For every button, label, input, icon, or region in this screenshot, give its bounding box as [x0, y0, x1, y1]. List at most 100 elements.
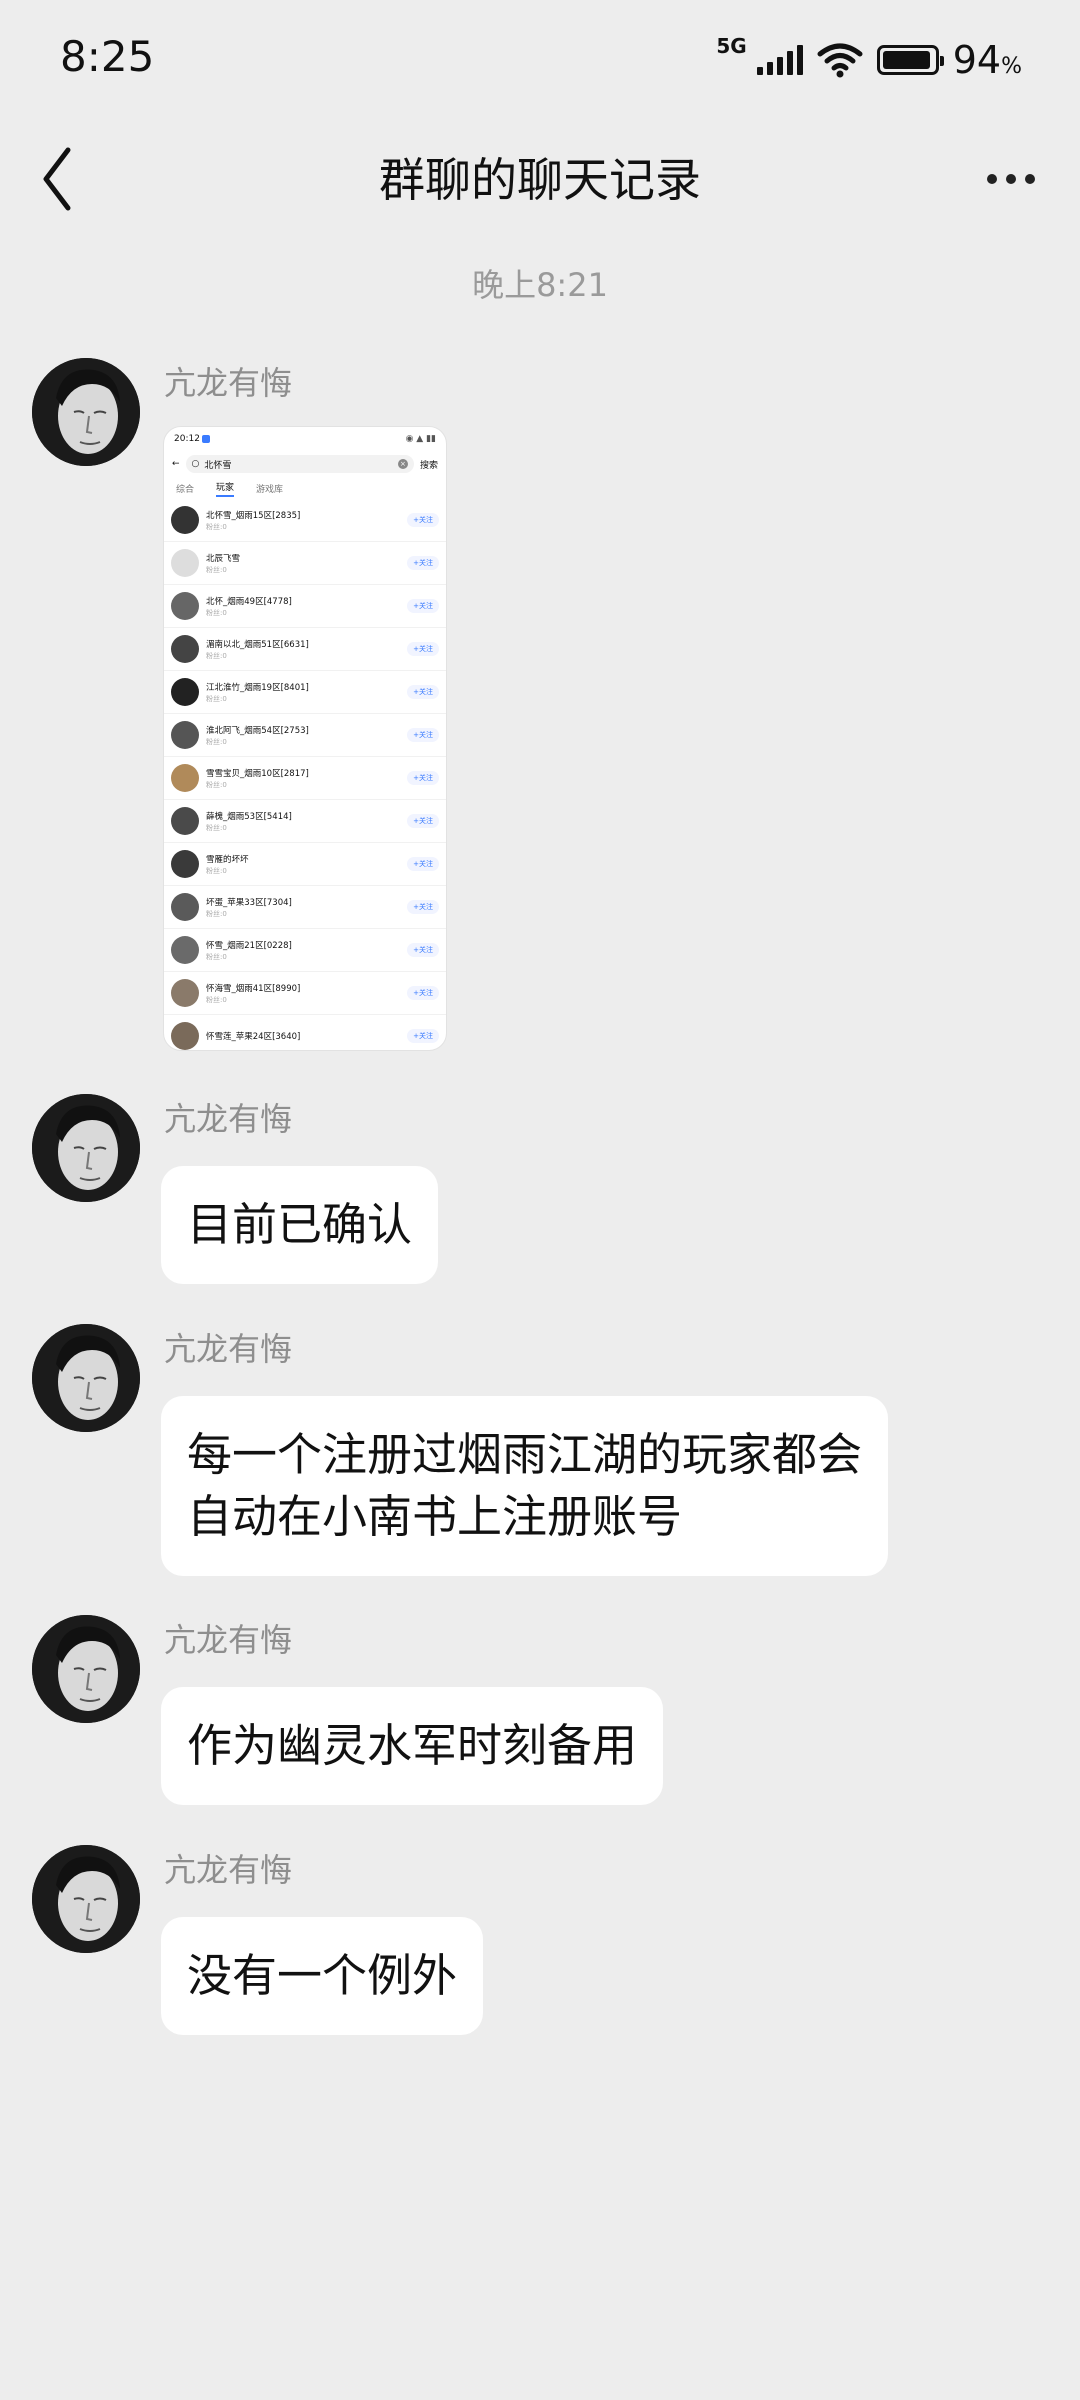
avatar[interactable] — [32, 1615, 140, 1723]
player-name: 北怀_烟雨49区[4778] — [206, 596, 292, 607]
player-name: 怀雪莲_苹果24区[3640] — [206, 1032, 301, 1042]
player-fans: 粉丝:0 — [206, 780, 227, 789]
battery-percent: 94% — [952, 38, 1022, 82]
signal-icon — [756, 45, 803, 75]
message-bubble[interactable]: 目前已确认 — [161, 1166, 439, 1284]
avatar-portrait-image — [32, 1324, 140, 1432]
follow-button: +关注 — [407, 986, 439, 1000]
thumb-player-row: 怀海雪_烟雨41区[8990] 粉丝:0 +关注 — [164, 972, 446, 1015]
more-dots-icon — [987, 174, 997, 184]
avatar[interactable] — [32, 1094, 140, 1202]
message-bubble[interactable]: 没有一个例外 — [161, 1917, 484, 2035]
battery-fill — [882, 51, 930, 69]
battery-icon — [876, 45, 944, 75]
follow-button: +关注 — [407, 900, 439, 914]
player-avatar — [171, 893, 199, 921]
avatar-portrait-image — [32, 1845, 140, 1953]
player-name: 湄南以北_烟雨51区[6631] — [206, 639, 309, 650]
follow-button: +关注 — [407, 728, 439, 742]
player-name: 薛槐_烟雨53区[5414] — [206, 811, 292, 822]
player-name: 淮北阿飞_烟雨54区[2753] — [206, 725, 309, 736]
thumb-search-box: ○ 北怀雪 × — [185, 455, 414, 473]
player-avatar — [171, 635, 199, 663]
thumb-player-row: 坏蛋_苹果33区[7304] 粉丝:0 +关注 — [164, 886, 446, 929]
follow-button: +关注 — [407, 771, 439, 785]
clear-icon: × — [397, 459, 408, 469]
image-message[interactable]: 20:12 ◉ ▲ ▮▮ ← ○ 北怀雪 × 搜索 综合 玩家 游戏库 北怀雪_… — [163, 426, 447, 1051]
player-name: 雪雁的坏坏 — [206, 854, 249, 865]
thumb-player-row: 怀雪_烟雨21区[0228] 粉丝:0 +关注 — [164, 929, 446, 972]
message-timestamp: 晚上8:21 — [472, 266, 608, 304]
status-icons: 5G 94% — [716, 34, 1022, 84]
thumb-player-row: 怀雪莲_苹果24区[3640] +关注 — [164, 1015, 446, 1050]
player-avatar — [171, 936, 199, 964]
thumb-player-row: 湄南以北_烟雨51区[6631] 粉丝:0 +关注 — [164, 628, 446, 671]
network-type: 5G — [716, 34, 747, 58]
thumb-player-row: 北辰飞雪 粉丝:0 +关注 — [164, 542, 446, 585]
more-button[interactable] — [976, 154, 1046, 204]
thumb-search-row: ← ○ 北怀雪 × 搜索 — [164, 451, 446, 477]
thumb-player-row: 江北淮竹_烟雨19区[8401] 粉丝:0 +关注 — [164, 671, 446, 714]
follow-button: +关注 — [407, 814, 439, 828]
chat-header: 群聊的聊天记录 — [0, 120, 1080, 238]
status-time: 8:25 — [60, 32, 155, 81]
sender-name: 亢龙有悔 — [164, 1851, 293, 1889]
status-bar: 8:25 5G 94% — [0, 0, 1080, 120]
player-name: 北辰飞雪 — [206, 553, 241, 564]
player-fans: 粉丝:0 — [206, 823, 227, 832]
player-avatar — [171, 721, 199, 749]
chat-history[interactable]: 晚上8:21 亢龙有悔 20:12 ◉ ▲ ▮▮ ← ○ 北怀雪 × 搜索 综合… — [0, 238, 1080, 2400]
player-avatar — [171, 592, 199, 620]
avatar[interactable] — [32, 358, 140, 466]
thumb-player-row: 北怀雪_烟雨15区[2835] 粉丝:0 +关注 — [164, 499, 446, 542]
player-name: 坏蛋_苹果33区[7304] — [206, 897, 292, 908]
back-arrow-icon: ← — [172, 459, 180, 469]
player-fans: 粉丝:0 — [206, 522, 227, 531]
player-avatar — [171, 850, 199, 878]
player-fans: 粉丝:0 — [206, 909, 227, 918]
player-fans: 粉丝:0 — [206, 952, 227, 961]
player-avatar — [171, 678, 199, 706]
thumb-player-row: 雪雁的坏坏 粉丝:0 +关注 — [164, 843, 446, 886]
follow-button: +关注 — [407, 857, 439, 871]
wifi-icon — [817, 43, 863, 78]
player-avatar — [171, 979, 199, 1007]
thumb-status-bar: 20:12 ◉ ▲ ▮▮ — [174, 434, 436, 444]
page-title: 群聊的聊天记录 — [379, 153, 701, 207]
follow-button: +关注 — [407, 1029, 439, 1043]
player-fans: 粉丝:0 — [206, 651, 227, 660]
player-avatar — [171, 549, 199, 577]
sender-name: 亢龙有悔 — [164, 1330, 293, 1368]
follow-button: +关注 — [407, 685, 439, 699]
player-name: 江北淮竹_烟雨19区[8401] — [206, 682, 309, 693]
player-fans: 粉丝:0 — [206, 608, 227, 617]
sender-name: 亢龙有悔 — [164, 1621, 293, 1659]
player-fans: 粉丝:0 — [206, 737, 227, 746]
message-bubble[interactable]: 每一个注册过烟雨江湖的玩家都会 自动在小南书上注册账号 — [161, 1396, 889, 1576]
follow-button: +关注 — [407, 513, 439, 527]
thumb-player-list: 北怀雪_烟雨15区[2835] 粉丝:0 +关注 北辰飞雪 粉丝:0 +关注 北怀_烟雨49… — [164, 499, 446, 1050]
follow-button: +关注 — [407, 556, 439, 570]
follow-button: +关注 — [407, 943, 439, 957]
thumb-player-row: 薛槐_烟雨53区[5414] 粉丝:0 +关注 — [164, 800, 446, 843]
avatar[interactable] — [32, 1324, 140, 1432]
thumb-player-row: 雪雪宝贝_烟雨10区[2817] 粉丝:0 +关注 — [164, 757, 446, 800]
avatar[interactable] — [32, 1845, 140, 1953]
message-bubble[interactable]: 作为幽灵水军时刻备用 — [161, 1687, 664, 1805]
avatar-portrait-image — [32, 1615, 140, 1723]
follow-button: +关注 — [407, 642, 439, 656]
search-icon: ○ — [191, 459, 200, 469]
thumb-time: 20:12 — [174, 434, 200, 444]
player-avatar — [171, 807, 199, 835]
follow-button: +关注 — [407, 599, 439, 613]
thumb-player-row: 北怀_烟雨49区[4778] 粉丝:0 +关注 — [164, 585, 446, 628]
thumb-tabs: 综合 玩家 游戏库 — [164, 477, 446, 499]
thumb-player-row: 淮北阿飞_烟雨54区[2753] 粉丝:0 +关注 — [164, 714, 446, 757]
player-name: 北怀雪_烟雨15区[2835] — [206, 510, 301, 521]
player-fans: 粉丝:0 — [206, 995, 227, 1004]
player-avatar — [171, 506, 199, 534]
player-name: 怀雪_烟雨21区[0228] — [206, 940, 292, 951]
sender-name: 亢龙有悔 — [164, 364, 293, 402]
avatar-portrait-image — [32, 358, 140, 466]
player-avatar — [171, 1022, 199, 1050]
